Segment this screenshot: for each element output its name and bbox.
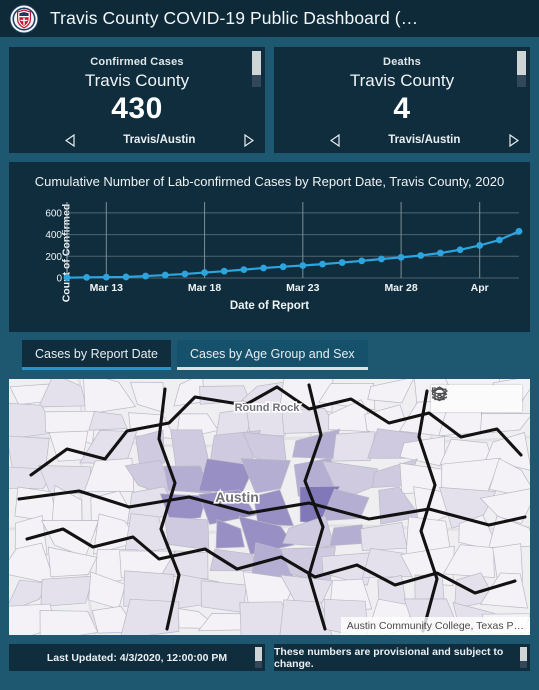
svg-text:600: 600 (45, 208, 62, 219)
card-scrollbar[interactable] (252, 51, 261, 87)
chevron-right-icon[interactable] (505, 131, 521, 149)
svg-text:0: 0 (56, 273, 62, 284)
svg-text:Mar 18: Mar 18 (188, 282, 221, 294)
chart-title: Cumulative Number of Lab-confirmed Cases… (34, 174, 505, 189)
svg-text:200: 200 (45, 251, 62, 262)
card-subtitle: Travis County (349, 71, 455, 90)
card-scrollbar[interactable] (517, 51, 526, 87)
chart-x-axis-label: Date of Report (229, 299, 310, 312)
card-body: Deaths Travis County 4 (274, 47, 530, 126)
card-scrollbar[interactable] (520, 647, 527, 668)
map-canvas[interactable]: Round RockRound RockAustinAustin (9, 379, 530, 635)
card-value: 4 (393, 92, 411, 125)
card-category-label: Travis/Austin (123, 134, 196, 146)
map-attribution[interactable]: Austin Community College, Texas P… (340, 617, 530, 635)
tab-cases-by-report-date[interactable]: Cases by Report Date (22, 340, 171, 370)
stat-card-confirmed-cases[interactable]: Confirmed Cases Travis County 430 Travis… (9, 47, 265, 153)
stat-cards: Confirmed Cases Travis County 430 Travis… (0, 37, 539, 153)
disclaimer-text: These numbers are provisional and subjec… (274, 645, 504, 670)
disclaimer-card[interactable]: These numbers are provisional and subjec… (274, 644, 530, 671)
last-updated-text: Last Updated: 4/3/2020, 12:00:00 PM (46, 651, 228, 664)
svg-text:Mar 13: Mar 13 (90, 282, 123, 294)
svg-text:Austin: Austin (215, 489, 259, 505)
last-updated-card[interactable]: Last Updated: 4/3/2020, 12:00:00 PM (9, 644, 265, 671)
svg-text:400: 400 (45, 230, 62, 241)
case-map[interactable]: Round Rock Round Rock Austin Austin Aust… (9, 379, 530, 635)
card-body: Confirmed Cases Travis County 430 (9, 47, 265, 126)
tab-cases-by-age-group-and-sex[interactable]: Cases by Age Group and Sex (176, 340, 368, 370)
chevron-left-icon[interactable] (328, 131, 344, 149)
card-label: Deaths (383, 56, 421, 68)
dashboard-root: Travis County COVID-19 Public Dashboard … (0, 0, 539, 690)
svg-text:Mar 28: Mar 28 (384, 282, 417, 294)
layers-icon[interactable] (431, 386, 515, 407)
svg-text:Apr: Apr (471, 282, 489, 294)
travis-county-seal-icon (9, 4, 39, 34)
chart-plot-area: Count of Confirmed 0 200 400 600 Mar 13 Mar 1… (15, 198, 525, 312)
chevron-right-icon[interactable] (240, 131, 256, 149)
card-label: Confirmed Cases (90, 56, 184, 68)
svg-text:Round Rock: Round Rock (235, 402, 301, 414)
card-scrollbar[interactable] (255, 647, 262, 668)
svg-text:Mar 23: Mar 23 (286, 282, 319, 294)
page-title: Travis County COVID-19 Public Dashboard … (50, 8, 419, 28)
cases-chart-panel: Cumulative Number of Lab-confirmed Cases… (9, 162, 530, 332)
chart-tabs: Cases by Report Date Cases by Age Group … (22, 340, 530, 370)
app-header: Travis County COVID-19 Public Dashboard … (0, 0, 539, 37)
stat-card-deaths[interactable]: Deaths Travis County 4 Travis/Austin (274, 47, 530, 153)
card-subtitle: Travis County (84, 71, 190, 90)
footer-bar: Last Updated: 4/3/2020, 12:00:00 PM Thes… (0, 635, 539, 671)
legend-list-icon[interactable] (431, 387, 485, 407)
card-value: 430 (111, 92, 163, 125)
card-footer: Travis/Austin (9, 126, 265, 154)
card-footer: Travis/Austin (274, 126, 530, 154)
chart-canvas[interactable]: 0 200 400 600 Mar 13 Mar 18 Mar 23 Mar 28 Apr (37, 198, 525, 296)
map-controls (431, 385, 522, 412)
chevron-left-icon[interactable] (63, 131, 79, 149)
card-category-label: Travis/Austin (388, 134, 461, 146)
